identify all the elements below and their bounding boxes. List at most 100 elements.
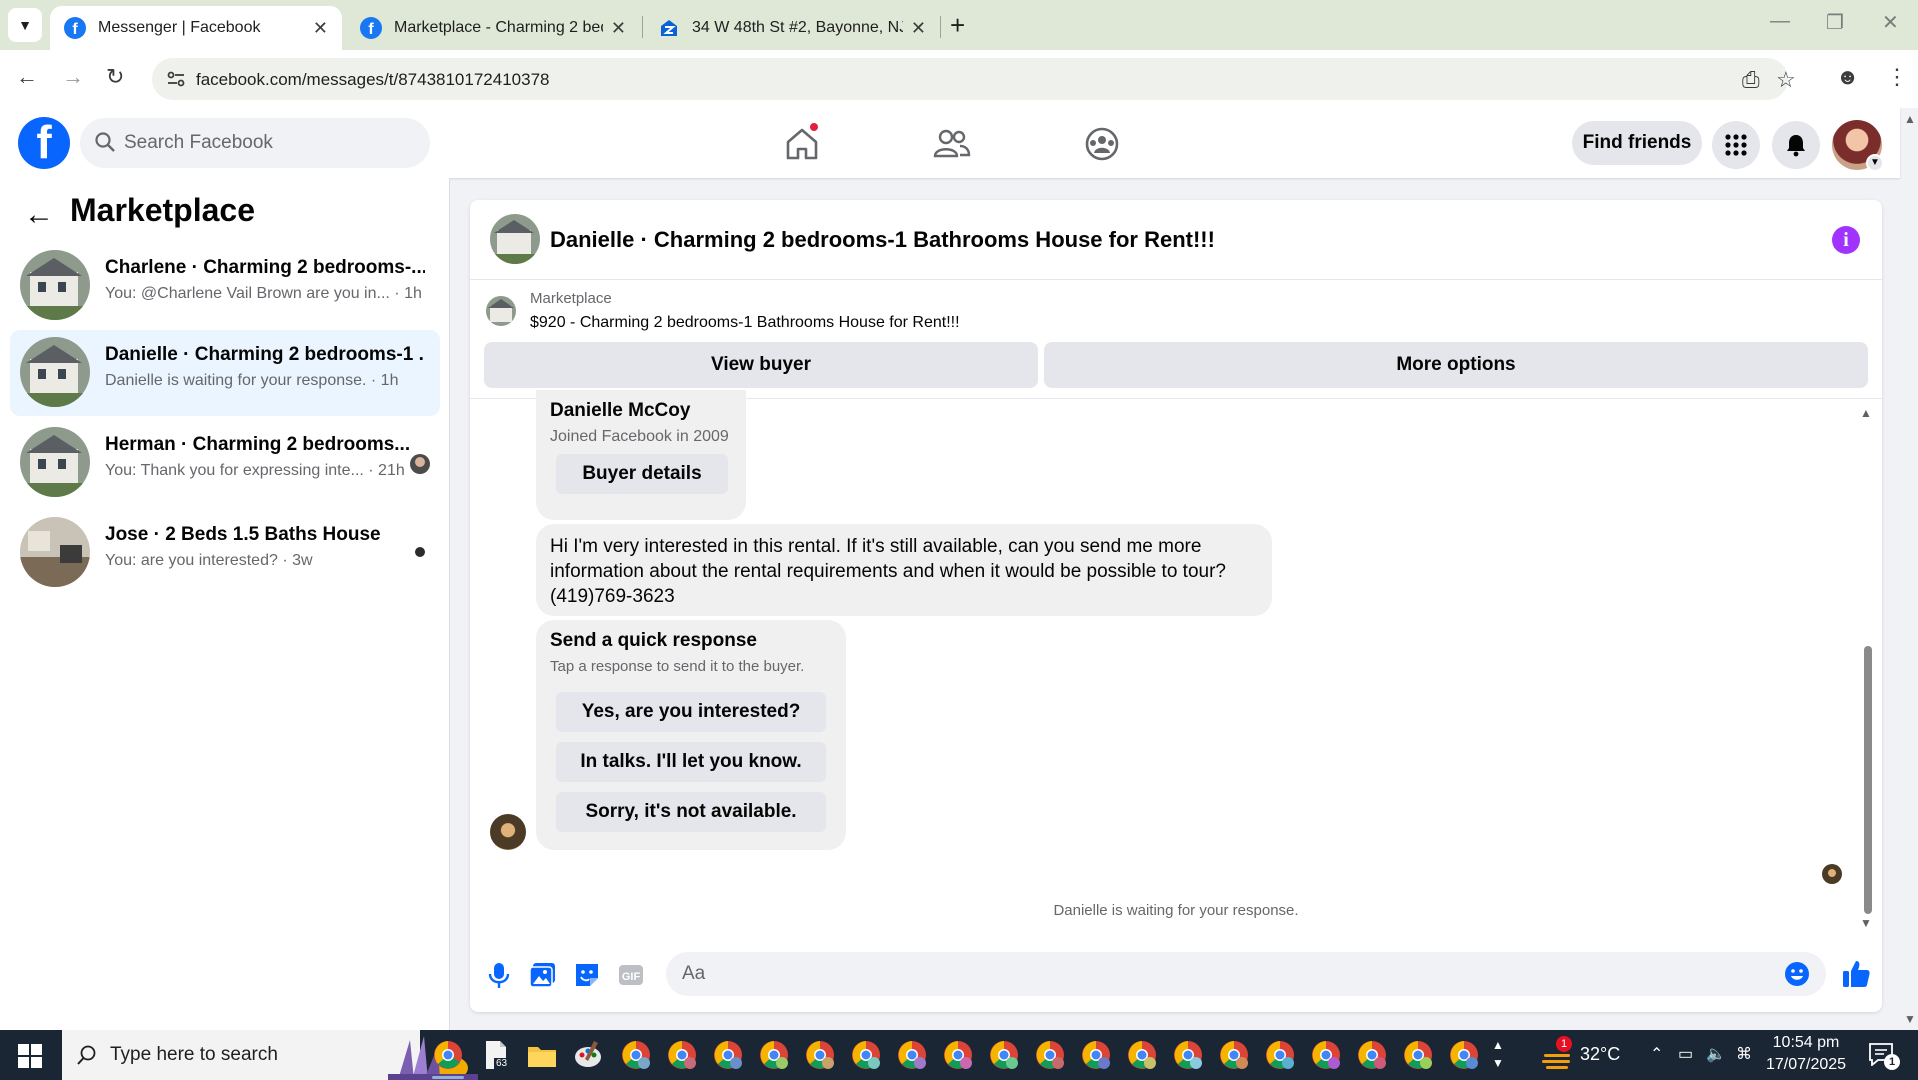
friends-icon[interactable]: [930, 122, 974, 166]
conversation-item-herman[interactable]: Herman · Charming 2 bedrooms... You: Tha…: [10, 420, 440, 506]
taskbar-overflow-icon[interactable]: ▲ ▼: [1492, 1036, 1504, 1072]
menu-button[interactable]: [1712, 121, 1760, 169]
chrome-app-icon[interactable]: [432, 1039, 464, 1071]
chrome-profile-icon[interactable]: [942, 1039, 974, 1071]
tab-separator: [940, 16, 941, 38]
listing-price-title[interactable]: $920 - Charming 2 bedrooms-1 Bathrooms H…: [530, 314, 960, 332]
show-hidden-icons-icon[interactable]: ⌃: [1650, 1044, 1663, 1064]
taskbar-search[interactable]: Type here to search: [62, 1030, 478, 1080]
incoming-message-bubble: Hi I'm very interested in this rental. I…: [536, 524, 1272, 616]
buyer-details-button[interactable]: Buyer details: [556, 454, 728, 494]
sticker-icon[interactable]: [572, 960, 602, 990]
chrome-profile-icon[interactable]: [1448, 1039, 1480, 1071]
microphone-icon[interactable]: [484, 960, 514, 990]
windows-start-icon[interactable]: [18, 1044, 42, 1068]
tab-separator: [642, 16, 643, 38]
view-buyer-button[interactable]: View buyer: [484, 342, 1038, 388]
bookmark-star-icon[interactable]: ☆: [1776, 67, 1796, 93]
chrome-profile-icon[interactable]: [666, 1039, 698, 1071]
back-arrow-icon[interactable]: ←: [24, 198, 54, 232]
chrome-profile-icon[interactable]: [804, 1039, 836, 1071]
chrome-profile-icon[interactable]: [850, 1039, 882, 1071]
thumbs-up-icon[interactable]: [1840, 958, 1872, 990]
chrome-profile-icon[interactable]: [758, 1039, 790, 1071]
battery-icon[interactable]: ▭: [1678, 1044, 1693, 1064]
chrome-profile-icon[interactable]: [1356, 1039, 1388, 1071]
url-text[interactable]: facebook.com/messages/t/8743810172410378: [196, 70, 549, 90]
chrome-profile-icon[interactable]: [1310, 1039, 1342, 1071]
conversation-item-charlene[interactable]: Charlene · Charming 2 bedrooms-... You: …: [10, 243, 440, 329]
quick-response-yes-button[interactable]: Yes, are you interested?: [556, 692, 826, 732]
close-window-icon[interactable]: ✕: [1882, 10, 1899, 35]
clock-time[interactable]: 10:54 pm: [1756, 1034, 1856, 1052]
chrome-profile-icon[interactable]: [1034, 1039, 1066, 1071]
chrome-profile-icon[interactable]: [712, 1039, 744, 1071]
listing-source-label: Marketplace: [530, 290, 612, 307]
quick-response-not-available-button[interactable]: Sorry, it's not available.: [556, 792, 826, 832]
browser-tab-bar: ▼ f Messenger | Facebook ✕ f Marketplace…: [0, 0, 1918, 50]
photo-icon[interactable]: [528, 960, 558, 990]
close-tab-icon[interactable]: ✕: [611, 18, 626, 39]
tab-search-button[interactable]: ▼: [8, 8, 42, 42]
page-scroll-up-icon[interactable]: ▲: [1904, 112, 1916, 126]
paint-app-icon[interactable]: [572, 1039, 604, 1071]
seen-avatar: [1822, 864, 1842, 884]
facebook-search[interactable]: [80, 118, 430, 168]
scroll-up-icon[interactable]: ▲: [1860, 406, 1872, 420]
install-app-icon[interactable]: ⎙: [1742, 67, 1760, 93]
close-tab-icon[interactable]: ✕: [911, 18, 926, 39]
temperature[interactable]: 32°C: [1580, 1044, 1620, 1065]
address-bar[interactable]: facebook.com/messages/t/8743810172410378…: [152, 58, 1796, 100]
chrome-profile-icon[interactable]: [1218, 1039, 1250, 1071]
tab-title: Marketplace - Charming 2 bedr: [394, 19, 603, 36]
page-scroll-down-icon[interactable]: ▼: [1904, 1012, 1916, 1026]
back-icon[interactable]: ←: [16, 64, 38, 90]
chrome-profile-icon[interactable]: [1172, 1039, 1204, 1071]
listing-thumbnail[interactable]: [490, 214, 540, 264]
tab-marketplace[interactable]: f Marketplace - Charming 2 bedr ✕: [346, 6, 640, 50]
chrome-profile-icon[interactable]: [896, 1039, 928, 1071]
profile-icon[interactable]: ☻: [1836, 64, 1859, 90]
notifications-button[interactable]: [1772, 121, 1820, 169]
chrome-profile-icon[interactable]: [1264, 1039, 1296, 1071]
message-composer[interactable]: [666, 952, 1826, 996]
tab-messenger[interactable]: f Messenger | Facebook ✕: [50, 6, 342, 50]
chrome-profile-icon[interactable]: [620, 1039, 652, 1071]
gif-icon[interactable]: GIF: [616, 960, 646, 990]
find-friends-button[interactable]: Find friends: [1572, 121, 1702, 165]
restore-icon[interactable]: ❐: [1826, 10, 1844, 35]
minimize-icon[interactable]: —: [1770, 10, 1790, 33]
tab-zillow[interactable]: 34 W 48th St #2, Bayonne, NJ 0 ✕: [644, 6, 940, 50]
groups-icon[interactable]: [1080, 122, 1124, 166]
forward-icon[interactable]: →: [62, 64, 84, 90]
emoji-icon[interactable]: [1784, 961, 1810, 987]
search-input[interactable]: [124, 118, 414, 168]
message-input[interactable]: [682, 952, 1762, 996]
close-tab-icon[interactable]: ✕: [313, 18, 328, 39]
info-icon[interactable]: i: [1832, 226, 1860, 254]
volume-icon[interactable]: 🔈: [1706, 1044, 1726, 1064]
wifi-icon[interactable]: ⌘: [1736, 1044, 1752, 1064]
clock-date[interactable]: 17/07/2025: [1756, 1056, 1856, 1074]
chrome-profile-icon[interactable]: [1402, 1039, 1434, 1071]
chrome-profile-icon[interactable]: [988, 1039, 1020, 1071]
new-tab-button[interactable]: +: [950, 10, 965, 41]
conversation-item-danielle[interactable]: Danielle · Charming 2 bedrooms-1 ... Dan…: [10, 330, 440, 416]
menu-kebab-icon[interactable]: ⋮: [1886, 64, 1908, 90]
chrome-profile-icon[interactable]: [1080, 1039, 1112, 1071]
chat-header: Danielle · Charming 2 bedrooms-1 Bathroo…: [470, 200, 1882, 280]
chevron-down-icon[interactable]: ▼: [1866, 154, 1884, 172]
quick-response-in-talks-button[interactable]: In talks. I'll let you know.: [556, 742, 826, 782]
conversation-item-jose[interactable]: Jose · 2 Beds 1.5 Baths House You: are y…: [10, 510, 440, 596]
facebook-logo-icon[interactable]: f: [18, 117, 70, 169]
site-info-icon[interactable]: [166, 69, 186, 89]
chrome-profile-icon[interactable]: [1126, 1039, 1158, 1071]
chat-scrollbar[interactable]: [1864, 646, 1872, 914]
more-options-button[interactable]: More options: [1044, 342, 1868, 388]
reload-icon[interactable]: ↻: [106, 64, 124, 90]
file-explorer-icon[interactable]: [526, 1039, 558, 1071]
sender-avatar[interactable]: [490, 814, 526, 850]
chat-title[interactable]: Danielle · Charming 2 bedrooms-1 Bathroo…: [550, 227, 1215, 253]
scroll-down-icon[interactable]: ▼: [1860, 916, 1872, 930]
quick-response-card: Send a quick response Tap a response to …: [536, 620, 846, 850]
